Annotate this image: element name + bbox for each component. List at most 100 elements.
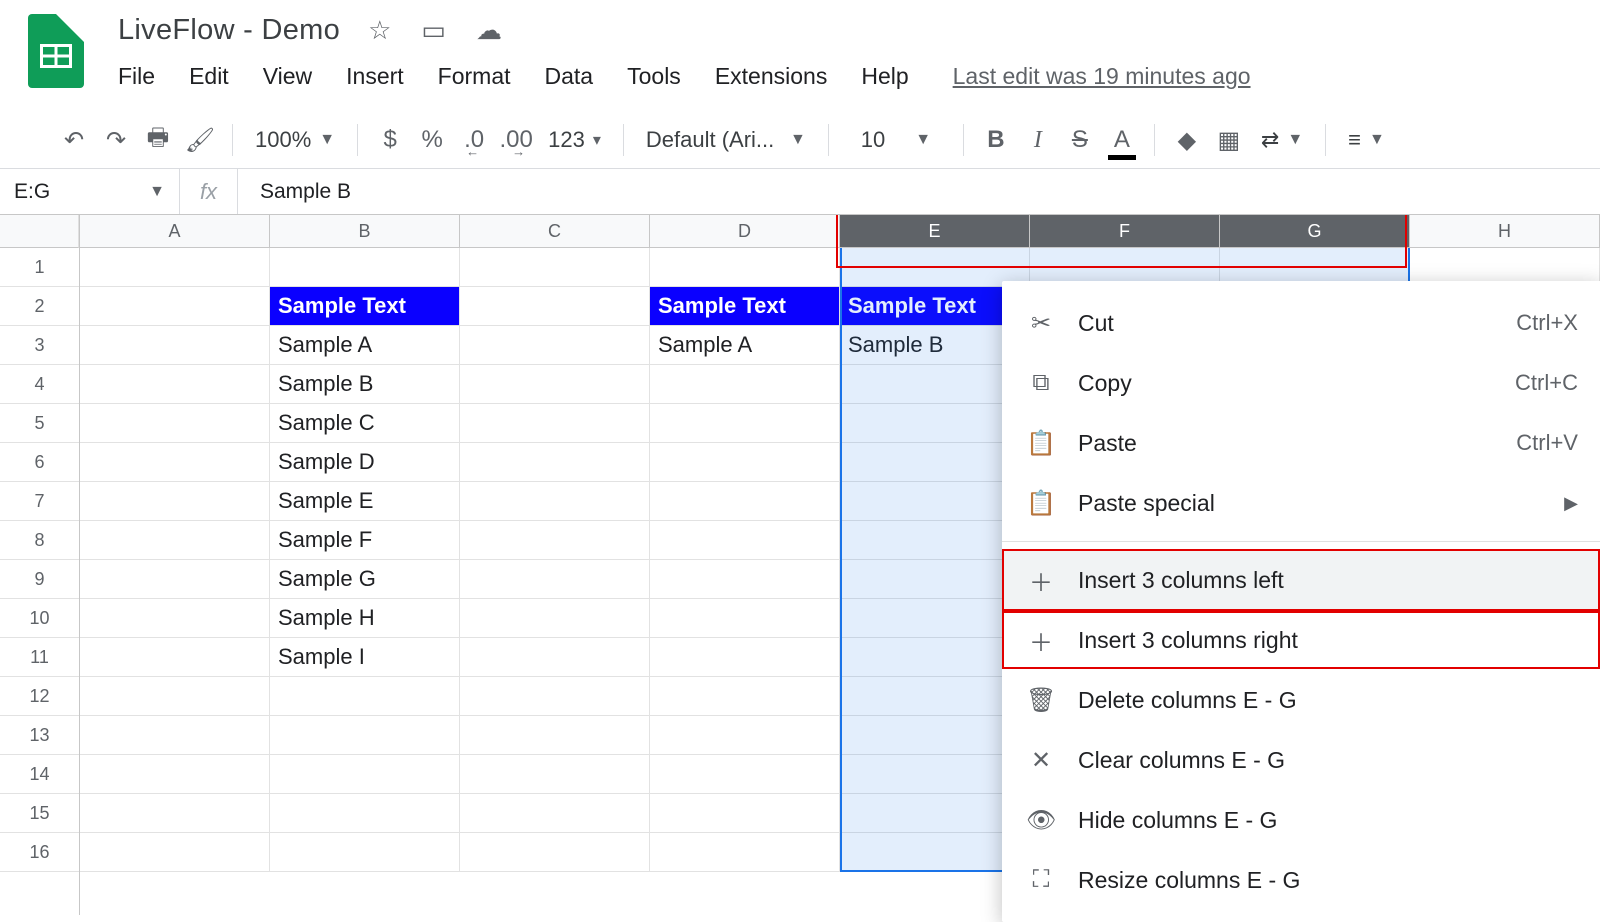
context-menu-item[interactable]: 📋Paste special▶	[1002, 473, 1600, 533]
cell[interactable]: Sample F	[270, 521, 460, 560]
column-header[interactable]: C	[460, 215, 650, 248]
cell[interactable]	[270, 677, 460, 716]
name-box[interactable]: E:G▼	[0, 169, 180, 214]
cell[interactable]	[650, 755, 840, 794]
menu-tools[interactable]: Tools	[627, 63, 681, 90]
cell[interactable]	[270, 833, 460, 872]
cell[interactable]	[80, 365, 270, 404]
cell[interactable]	[460, 794, 650, 833]
row-header[interactable]: 14	[0, 755, 79, 794]
cell[interactable]	[80, 404, 270, 443]
italic-button[interactable]: I	[1018, 122, 1058, 158]
row-header[interactable]: 6	[0, 443, 79, 482]
move-icon[interactable]: ▭	[421, 15, 446, 46]
row-header[interactable]: 11	[0, 638, 79, 677]
decrease-decimals-button[interactable]: .0←	[454, 122, 494, 158]
cell[interactable]	[270, 755, 460, 794]
cell[interactable]	[80, 794, 270, 833]
cell[interactable]	[80, 287, 270, 326]
cell[interactable]	[80, 521, 270, 560]
cell[interactable]	[460, 326, 650, 365]
context-menu-item[interactable]: ＋Insert 3 columns right	[1002, 610, 1600, 670]
increase-decimals-button[interactable]: .00→	[496, 122, 536, 158]
cell[interactable]	[460, 677, 650, 716]
document-title[interactable]: LiveFlow - Demo	[118, 14, 340, 47]
cell[interactable]	[460, 287, 650, 326]
cell[interactable]	[650, 677, 840, 716]
row-header[interactable]: 16	[0, 833, 79, 872]
number-format-select[interactable]: 123▾	[538, 127, 611, 153]
row-header[interactable]: 8	[0, 521, 79, 560]
cell[interactable]	[460, 560, 650, 599]
row-header[interactable]: 12	[0, 677, 79, 716]
menu-help[interactable]: Help	[861, 63, 908, 90]
menu-extensions[interactable]: Extensions	[715, 63, 828, 90]
zoom-select[interactable]: 100%▼	[245, 127, 345, 153]
merge-button[interactable]: ⇄▼	[1251, 127, 1313, 153]
cell[interactable]: Sample E	[270, 482, 460, 521]
sheets-logo[interactable]	[28, 14, 84, 88]
cloud-icon[interactable]: ☁	[476, 15, 502, 46]
cell[interactable]	[650, 404, 840, 443]
cell[interactable]: Sample I	[270, 638, 460, 677]
redo-button[interactable]: ↷	[96, 122, 136, 158]
select-all-corner[interactable]	[0, 215, 79, 248]
cell[interactable]	[80, 677, 270, 716]
menu-view[interactable]: View	[263, 63, 312, 90]
cell[interactable]: Sample Text	[650, 287, 840, 326]
cell[interactable]	[650, 833, 840, 872]
cell[interactable]	[650, 365, 840, 404]
context-menu-item[interactable]: ⛶Resize columns E - G	[1002, 850, 1600, 910]
column-header[interactable]: H	[1410, 215, 1600, 248]
formula-bar[interactable]: Sample B	[238, 180, 351, 204]
cell[interactable]	[460, 599, 650, 638]
cell[interactable]: Sample Text	[270, 287, 460, 326]
row-header[interactable]: 3	[0, 326, 79, 365]
cell[interactable]: Sample C	[270, 404, 460, 443]
align-button[interactable]: ≡▼	[1338, 127, 1395, 153]
cell[interactable]	[460, 833, 650, 872]
cell[interactable]: Sample G	[270, 560, 460, 599]
column-header[interactable]: D	[650, 215, 840, 248]
cell[interactable]	[80, 755, 270, 794]
font-size-select[interactable]: 10▼	[841, 127, 951, 153]
cell[interactable]: Sample A	[650, 326, 840, 365]
cell[interactable]	[650, 599, 840, 638]
undo-button[interactable]: ↶	[54, 122, 94, 158]
currency-button[interactable]: $	[370, 122, 410, 158]
cell[interactable]	[460, 443, 650, 482]
row-header[interactable]: 13	[0, 716, 79, 755]
cell[interactable]	[80, 560, 270, 599]
row-header[interactable]: 15	[0, 794, 79, 833]
cell[interactable]	[270, 794, 460, 833]
cell[interactable]	[460, 521, 650, 560]
cell[interactable]	[270, 716, 460, 755]
context-menu-item[interactable]: 🗑Delete columns E - G	[1002, 670, 1600, 730]
column-header[interactable]: G	[1220, 215, 1410, 248]
text-color-button[interactable]: A	[1102, 122, 1142, 158]
cell[interactable]	[460, 365, 650, 404]
star-icon[interactable]: ☆	[368, 15, 391, 46]
cell[interactable]	[80, 833, 270, 872]
cell[interactable]	[650, 248, 840, 287]
cell[interactable]	[650, 521, 840, 560]
fill-color-button[interactable]: ◆	[1167, 122, 1207, 158]
cell[interactable]	[80, 326, 270, 365]
context-menu-item[interactable]: ✕Clear columns E - G	[1002, 730, 1600, 790]
column-header[interactable]: A	[80, 215, 270, 248]
cell[interactable]	[80, 248, 270, 287]
cell[interactable]: Sample D	[270, 443, 460, 482]
bold-button[interactable]: B	[976, 122, 1016, 158]
cell[interactable]: Sample A	[270, 326, 460, 365]
cell[interactable]	[80, 443, 270, 482]
percent-button[interactable]: %	[412, 122, 452, 158]
cell[interactable]	[460, 716, 650, 755]
row-header[interactable]: 5	[0, 404, 79, 443]
cell[interactable]	[650, 794, 840, 833]
cell[interactable]	[650, 638, 840, 677]
paint-format-button[interactable]: 🖌	[180, 122, 220, 158]
context-menu-item[interactable]: ✂CutCtrl+X	[1002, 293, 1600, 353]
row-header[interactable]: 7	[0, 482, 79, 521]
print-button[interactable]: 🖶	[138, 122, 178, 158]
last-edit-link[interactable]: Last edit was 19 minutes ago	[953, 63, 1251, 90]
